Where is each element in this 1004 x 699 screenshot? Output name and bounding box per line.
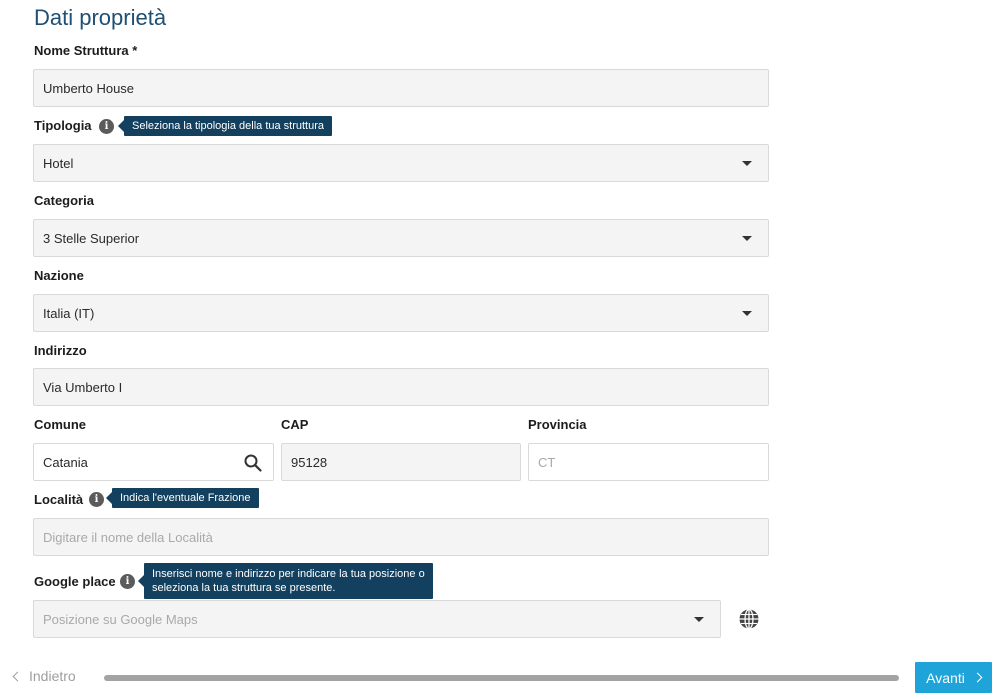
search-icon[interactable] [243,453,263,473]
comune-label: Comune [34,417,86,432]
nazione-value: Italia (IT) [43,305,95,321]
provincia-label: Provincia [528,417,587,432]
cap-input[interactable]: 95128 [281,443,521,481]
categoria-select[interactable]: 3 Stelle Superior [33,219,769,257]
chevron-down-icon [694,617,704,622]
nome-struttura-input[interactable]: Umberto House [33,69,769,107]
localita-tooltip: Indica l'eventuale Frazione [106,488,259,508]
google-place-select[interactable]: Posizione su Google Maps [33,600,721,638]
tipologia-label: Tipologia [34,118,92,133]
google-place-tooltip-line1: Inserisci nome e indirizzo per indicare … [152,568,425,580]
localita-input[interactable]: Digitare il nome della Località [33,518,769,556]
info-icon[interactable]: i [99,119,114,134]
categoria-label: Categoria [34,193,94,208]
provincia-placeholder: CT [538,454,556,470]
google-place-tooltip: Inserisci nome e indirizzo per indicare … [138,563,433,599]
nazione-label: Nazione [34,268,84,283]
chevron-left-icon [12,671,23,681]
tipologia-value: Hotel [43,155,74,171]
google-place-placeholder: Posizione su Google Maps [43,611,198,627]
info-icon[interactable]: i [89,492,104,507]
info-icon[interactable]: i [120,574,135,589]
categoria-value: 3 Stelle Superior [43,230,140,246]
page-title: Dati proprietà [34,5,167,30]
localita-label: Località [34,492,84,507]
google-place-tooltip-line2: seleziona la tua struttura se presente. [152,582,336,594]
google-place-label: Google place [34,574,116,589]
next-button[interactable]: Avanti [915,662,992,693]
localita-placeholder: Digitare il nome della Località [43,529,213,545]
comune-input[interactable]: Catania [33,443,274,481]
next-label: Avanti [926,669,965,686]
nome-struttura-value: Umberto House [43,80,135,96]
comune-value: Catania [43,454,88,470]
cap-value: 95128 [291,454,328,470]
tipologia-tooltip: Seleziona la tipologia della tua struttu… [117,116,333,136]
provincia-input[interactable]: CT [528,443,769,481]
indirizzo-input[interactable]: Via Umberto I [33,368,769,406]
indirizzo-value: Via Umberto I [43,379,123,395]
chevron-down-icon [742,161,752,166]
chevron-right-icon [972,672,983,683]
horizontal-scrollbar[interactable] [104,675,899,681]
cap-label: CAP [281,417,309,432]
chevron-down-icon [742,236,752,241]
back-button[interactable]: Indietro [12,668,76,684]
indirizzo-label: Indirizzo [34,343,87,358]
tipologia-select[interactable]: Hotel [33,144,769,182]
globe-icon[interactable] [738,608,760,630]
chevron-down-icon [742,311,752,316]
nome-struttura-label: Nome Struttura * [34,43,138,58]
back-label: Indietro [29,668,76,684]
nazione-select[interactable]: Italia (IT) [33,294,769,332]
